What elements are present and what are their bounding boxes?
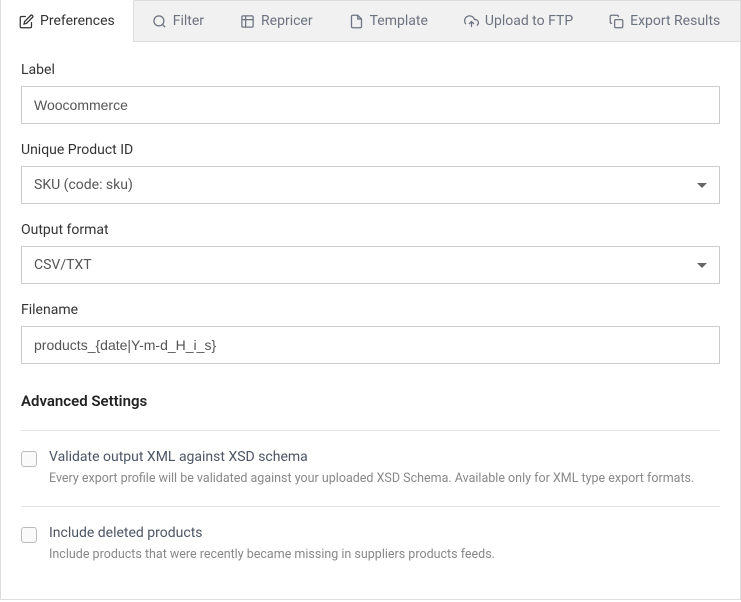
grid-icon	[240, 14, 255, 29]
tab-upload-ftp[interactable]: Upload to FTP	[446, 1, 591, 41]
validate-xml-checkbox[interactable]	[21, 451, 37, 467]
advanced-settings-heading: Advanced Settings	[21, 392, 720, 410]
output-format-select[interactable]: CSV/TXT	[21, 246, 720, 284]
copy-icon	[609, 14, 624, 29]
output-format-value: CSV/TXT	[34, 257, 92, 273]
tab-label: Preferences	[40, 13, 115, 29]
tab-template[interactable]: Template	[331, 1, 446, 41]
tab-repricer[interactable]: Repricer	[222, 1, 331, 41]
tab-label: Export Results	[630, 13, 720, 29]
validate-xml-label[interactable]: Validate output XML against XSD schema	[49, 449, 308, 465]
chevron-down-icon	[697, 263, 707, 268]
product-id-label: Unique Product ID	[21, 142, 720, 158]
tab-label: Upload to FTP	[485, 13, 573, 29]
tabs-bar: Preferences Filter Repricer Template Upl…	[1, 1, 740, 42]
tab-label: Template	[370, 13, 428, 29]
product-id-value: SKU (code: sku)	[34, 177, 133, 193]
tab-label: Filter	[173, 13, 204, 29]
output-format-label: Output format	[21, 222, 720, 238]
tab-preferences[interactable]: Preferences	[1, 0, 134, 41]
file-icon	[349, 14, 364, 29]
include-deleted-checkbox[interactable]	[21, 527, 37, 543]
label-field-label: Label	[21, 62, 720, 78]
divider	[21, 430, 720, 431]
edit-icon	[19, 14, 34, 29]
tab-export-results[interactable]: Export Results	[591, 1, 738, 41]
product-id-select[interactable]: SKU (code: sku)	[21, 166, 720, 204]
include-deleted-label[interactable]: Include deleted products	[49, 525, 203, 541]
tab-content: Label Unique Product ID SKU (code: sku) …	[1, 42, 740, 602]
upload-cloud-icon	[464, 14, 479, 29]
label-input[interactable]	[21, 86, 720, 124]
filename-label: Filename	[21, 302, 720, 318]
preferences-panel: Preferences Filter Repricer Template Upl…	[0, 0, 741, 600]
tab-label: Repricer	[261, 13, 313, 29]
search-icon	[152, 14, 167, 29]
tab-filter[interactable]: Filter	[134, 1, 222, 41]
chevron-down-icon	[697, 183, 707, 188]
validate-xml-help: Every export profile will be validated a…	[49, 471, 720, 486]
include-deleted-help: Include products that were recently beca…	[49, 547, 720, 562]
divider	[21, 506, 720, 507]
filename-input[interactable]	[21, 326, 720, 364]
